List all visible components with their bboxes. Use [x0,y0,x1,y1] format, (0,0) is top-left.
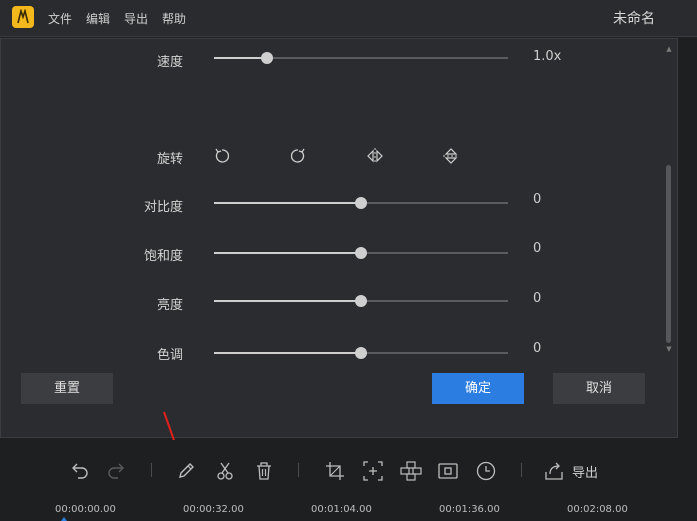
brightness-slider[interactable] [214,291,508,311]
screenshot-icon[interactable] [437,460,459,482]
menu-bar: 文件 编辑 导出 帮助 [48,10,186,27]
menu-file[interactable]: 文件 [48,10,72,27]
hue-slider[interactable] [214,343,508,363]
timeline-tick: 00:01:04.00 [311,504,372,515]
saturation-value: 0 [533,241,542,256]
adjust-panel: ▲ ▼ 速度 1.0x 旋转 对比度 0 饱和度 0 亮度 0 色调 0 重置 … [0,38,678,438]
menu-help[interactable]: 帮助 [162,10,186,27]
edit-toolbar: 导出 [0,440,697,500]
speed-slider-knob[interactable] [261,52,273,64]
playhead-marker[interactable] [61,517,67,521]
rotate-left-icon[interactable] [212,146,232,166]
crop-icon[interactable] [324,460,346,482]
title-bar: 文件 编辑 导出 帮助 未命名 [0,0,697,37]
export-button-label[interactable]: 导出 [572,462,598,481]
hue-label: 色调 [156,348,183,363]
rotate-right-icon[interactable] [288,146,308,166]
hue-slider-knob[interactable] [355,347,367,359]
timeline-ruler[interactable]: 00:00:00.00 00:00:32.00 00:01:04.00 00:0… [0,502,697,521]
speed-label: 速度 [156,55,183,70]
delete-icon[interactable] [253,460,275,482]
document-title: 未命名 [613,11,655,27]
undo-icon[interactable] [68,460,90,482]
menu-export[interactable]: 导出 [124,10,148,27]
contrast-slider-knob[interactable] [355,197,367,209]
saturation-slider-knob[interactable] [355,247,367,259]
contrast-value: 0 [533,192,542,207]
export-icon[interactable] [543,460,565,482]
brightness-label: 亮度 [156,298,183,313]
scroll-up-icon[interactable]: ▲ [665,45,673,53]
brightness-value: 0 [533,291,542,306]
scroll-down-icon[interactable]: ▼ [665,345,673,353]
timeline-tick: 00:00:32.00 [183,504,244,515]
cancel-button[interactable]: 取消 [553,373,645,404]
saturation-slider[interactable] [214,243,508,263]
mosaic-icon[interactable] [399,460,422,482]
clock-icon[interactable] [475,460,497,482]
panel-scrollbar[interactable]: ▲ ▼ [665,45,673,353]
scroll-thumb[interactable] [666,165,671,343]
timeline-tick: 00:00:00.00 [55,504,116,515]
speed-value: 1.0x [533,49,562,64]
timeline-tick: 00:01:36.00 [439,504,500,515]
brightness-slider-knob[interactable] [355,295,367,307]
contrast-label: 对比度 [143,200,183,215]
redo-icon[interactable] [106,460,128,482]
edit-icon[interactable] [175,460,197,482]
saturation-label: 饱和度 [143,249,183,264]
cut-icon[interactable] [214,460,236,482]
flip-horizontal-icon[interactable] [365,146,385,166]
contrast-slider[interactable] [214,193,508,213]
hue-value: 0 [533,341,542,356]
speed-slider[interactable] [214,48,508,68]
timeline-tick: 00:02:08.00 [567,504,628,515]
menu-edit[interactable]: 编辑 [86,10,110,27]
flip-vertical-icon[interactable] [441,146,461,166]
zoom-icon[interactable] [362,460,384,482]
rotate-label: 旋转 [156,152,183,167]
reset-button[interactable]: 重置 [21,373,113,404]
confirm-button[interactable]: 确定 [432,373,524,404]
app-logo-icon [12,6,34,28]
